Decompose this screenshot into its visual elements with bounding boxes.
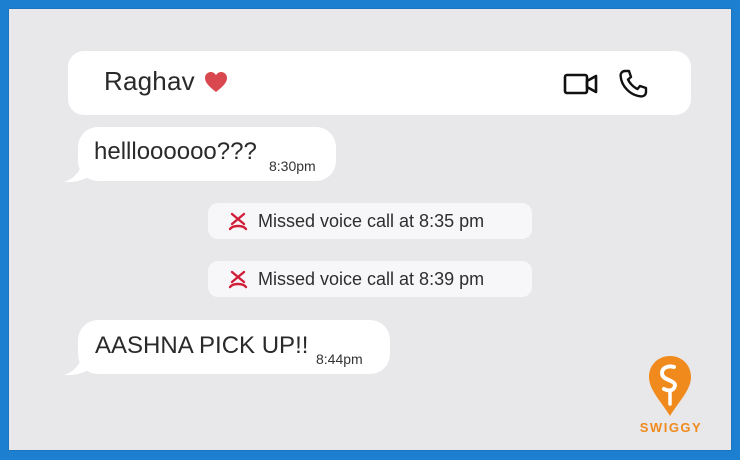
contact-name[interactable]: Raghav <box>104 66 195 97</box>
missed-call-text: Missed voice call at 8:39 pm <box>258 269 485 289</box>
message-bubble-body: hellloooooo??? 8:30pm <box>78 127 336 181</box>
chat-header: Raghav <box>68 51 691 115</box>
swiggy-pin-icon <box>649 356 691 416</box>
message-timestamp: 8:44pm <box>316 351 363 367</box>
video-call-icon[interactable] <box>563 70 599 98</box>
missed-call-notice-2[interactable]: Missed voice call at 8:39 pm <box>208 261 532 297</box>
swiggy-wordmark: SWIGGY <box>639 420 703 435</box>
message-timestamp: 8:30pm <box>269 158 316 174</box>
swiggy-logo: SWIGGY <box>636 354 706 440</box>
heart-icon <box>205 72 227 92</box>
message-text: AASHNA PICK UP!! <box>95 332 309 359</box>
message-bubble-body: AASHNA PICK UP!! 8:44pm <box>78 320 390 374</box>
missed-call-text: Missed voice call at 8:35 pm <box>258 211 485 231</box>
missed-call-icon <box>228 270 248 289</box>
missed-call-notice-1[interactable]: Missed voice call at 8:35 pm <box>208 203 532 239</box>
missed-call-icon <box>228 212 248 231</box>
voice-call-icon[interactable] <box>617 68 649 100</box>
message-text: hellloooooo??? <box>94 138 257 165</box>
